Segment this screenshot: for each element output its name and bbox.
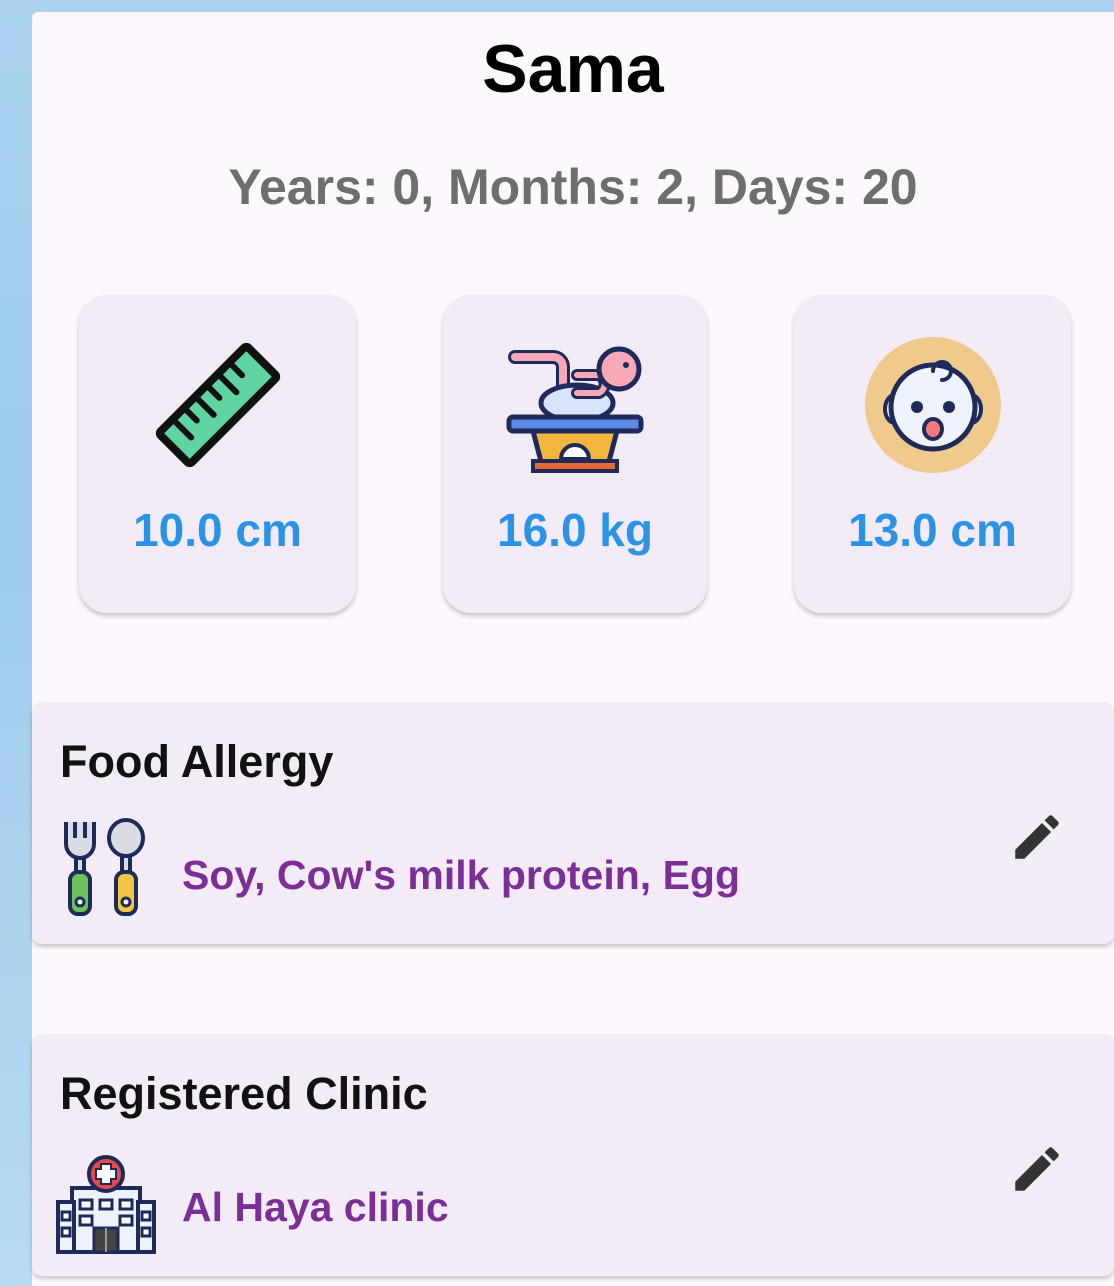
child-age: Years: 0, Months: 2, Days: 20 [228,159,918,215]
ruler-icon [79,335,356,475]
stat-value-head: 13.0 cm [848,504,1017,556]
stat-card-head[interactable]: 13.0 cm [794,295,1071,613]
clinic-value: Al Haya clinic [182,1184,449,1230]
child-name: Sama [482,31,664,107]
food-allergy-card: Food Allergy Soy, Cow's milk protein, Eg… [32,702,1114,944]
clinic-title: Registered Clinic [60,1068,428,1119]
baby-scale-icon [443,335,707,475]
pencil-icon [1015,1147,1059,1191]
child-profile-panel: Sama Years: 0, Months: 2, Days: 20 10.0 … [32,12,1114,1286]
stat-card-weight[interactable]: 16.0 kg [443,295,707,613]
stat-value-length: 10.0 cm [133,504,302,556]
registered-clinic-card: Registered Clinic Al Haya clinic [32,1034,1114,1276]
baby-face-icon [794,335,1071,475]
fork-spoon-icon [56,818,156,918]
stat-card-length[interactable]: 10.0 cm [79,295,356,613]
food-allergy-value: Soy, Cow's milk protein, Egg [182,852,741,898]
edit-food-allergy-button[interactable] [1008,808,1066,866]
food-allergy-title: Food Allergy [60,736,334,787]
hospital-icon [56,1154,156,1254]
stat-value-weight: 16.0 kg [497,504,653,556]
pencil-icon [1015,815,1059,859]
edit-clinic-button[interactable] [1008,1140,1066,1198]
